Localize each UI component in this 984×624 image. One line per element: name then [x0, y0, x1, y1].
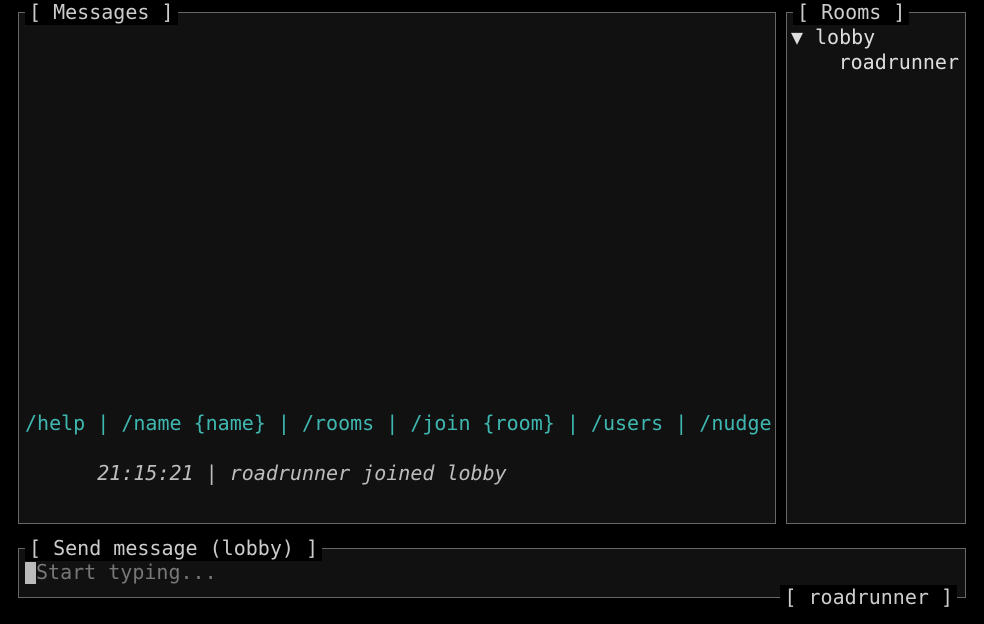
- messages-panel: [ Messages ] /help | /name {name} | /roo…: [18, 12, 776, 524]
- input-placeholder: Start typing...: [36, 560, 217, 585]
- room-user-item[interactable]: roadrunner: [791, 50, 961, 75]
- room-name: lobby: [815, 25, 875, 49]
- status-time: 21:15:21: [97, 461, 193, 485]
- cursor-icon: [25, 562, 36, 584]
- rooms-panel-title: [ Rooms ]: [793, 0, 909, 25]
- expand-icon: ▼: [791, 25, 815, 50]
- messages-body: /help | /name {name} | /rooms | /join {r…: [25, 25, 769, 511]
- input-panel-title: [ Send message (lobby) ]: [25, 536, 322, 561]
- status-sep: |: [194, 461, 230, 485]
- rooms-list: ▼lobby roadrunner: [791, 25, 961, 75]
- room-item-lobby[interactable]: ▼lobby: [791, 25, 961, 50]
- messages-panel-title: [ Messages ]: [25, 0, 178, 25]
- input-panel: [ Send message (lobby) ] Start typing...…: [18, 548, 966, 598]
- input-body[interactable]: Start typing...: [25, 560, 959, 585]
- help-commands-line: /help | /name {name} | /rooms | /join {r…: [25, 411, 769, 436]
- rooms-panel: [ Rooms ] ▼lobby roadrunner: [786, 12, 966, 524]
- status-text: roadrunner joined lobby: [230, 461, 507, 485]
- status-line: 21:15:21 | roadrunner joined lobby: [25, 436, 769, 511]
- username-label: [ roadrunner ]: [780, 585, 957, 610]
